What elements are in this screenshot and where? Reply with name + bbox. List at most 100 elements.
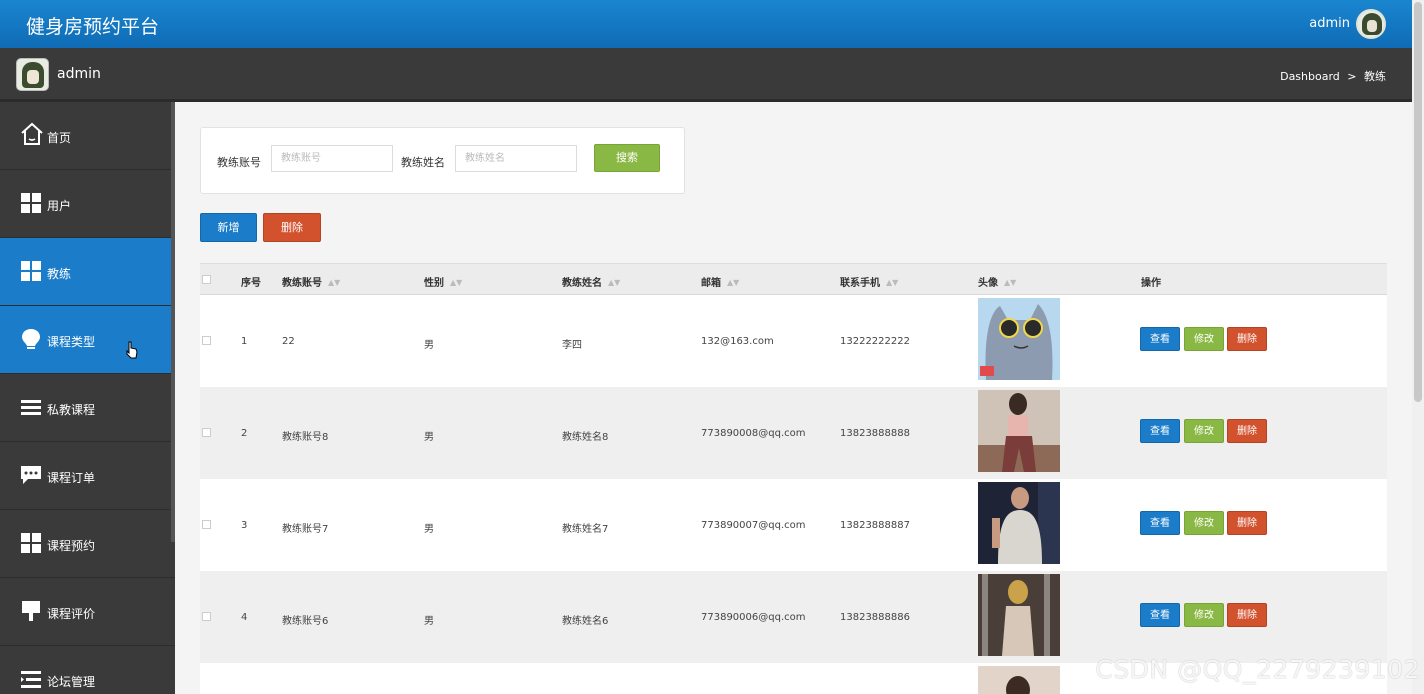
sidebar-item-course-booking[interactable]: 课程预约 <box>0 510 175 578</box>
breadcrumb: Dashboard > 教练 <box>1278 68 1388 84</box>
avatar-image[interactable] <box>978 482 1060 564</box>
row-checkbox[interactable] <box>202 612 211 621</box>
breadcrumb-current: 教练 <box>1364 70 1386 83</box>
grid-icon <box>21 193 41 213</box>
row-checkbox[interactable] <box>202 428 211 437</box>
cell-phone: 13222222222 <box>840 336 910 347</box>
column-header[interactable]: 头像 ▲▼ <box>978 274 1016 289</box>
grid-icon <box>21 533 41 553</box>
table-row: 2 教练账号8 男 教练姓名8 773890008@qq.com 1382388… <box>200 387 1387 479</box>
sort-icon: ▲▼ <box>450 278 463 287</box>
column-header[interactable]: 性别 ▲▼ <box>424 274 462 289</box>
sidebar-item-label: 课程评价 <box>47 607 96 621</box>
cell-index: 3 <box>241 520 248 531</box>
delete-button[interactable]: 删除 <box>1227 327 1267 351</box>
column-header[interactable]: 邮箱 ▲▼ <box>701 274 739 289</box>
sidebar-item-private-course[interactable]: 私教课程 <box>0 374 175 442</box>
sidebar-item-home[interactable]: 首页 <box>0 102 175 170</box>
cell-gender: 男 <box>424 524 434 535</box>
mouse-cursor-icon <box>126 341 138 359</box>
cell-gender: 男 <box>424 340 434 351</box>
view-button[interactable]: 查看 <box>1140 419 1180 443</box>
search-button[interactable]: 搜索 <box>594 144 660 172</box>
cell-email: 773890008@qq.com <box>701 428 806 439</box>
delete-button[interactable]: 删除 <box>1227 511 1267 535</box>
user-bar: admin Dashboard > 教练 <box>0 48 1412 102</box>
sidebar-item-course-order[interactable]: 课程订单 <box>0 442 175 510</box>
sidebar-item-forum[interactable]: 论坛管理 <box>0 646 175 694</box>
edit-button[interactable]: 修改 <box>1184 603 1224 627</box>
chat-icon <box>21 466 41 484</box>
edit-button[interactable]: 修改 <box>1184 327 1224 351</box>
delete-button[interactable]: 删除 <box>1227 603 1267 627</box>
cell-phone: 13823888888 <box>840 428 910 439</box>
account-search-input[interactable] <box>271 145 393 172</box>
sort-icon: ▲▼ <box>886 278 899 287</box>
menu-icon <box>21 671 41 688</box>
cell-phone: 13823888887 <box>840 520 910 531</box>
top-header: 健身房预约平台 admin <box>0 0 1412 48</box>
sidebar-item-course-review[interactable]: 课程评价 <box>0 578 175 646</box>
cell-name: 教练姓名7 <box>562 524 609 535</box>
sort-icon: ▲▼ <box>608 278 621 287</box>
scrollbar-thumb[interactable] <box>1414 2 1422 402</box>
cell-name: 李四 <box>562 340 582 351</box>
column-header: 序号 <box>241 278 261 289</box>
list-icon <box>21 400 41 415</box>
edit-button[interactable]: 修改 <box>1184 419 1224 443</box>
batch-delete-button[interactable]: 删除 <box>263 213 321 242</box>
search-panel: 教练账号 教练姓名 搜索 <box>200 127 685 194</box>
row-checkbox[interactable] <box>202 336 211 345</box>
row-checkbox[interactable] <box>202 520 211 529</box>
sidebar-item-users[interactable]: 用户 <box>0 170 175 238</box>
table-row: 1 22 男 李四 132@163.com 13222222222 查看 修改 … <box>200 295 1387 387</box>
cell-email: 773890006@qq.com <box>701 612 806 623</box>
bulb-icon <box>22 329 40 349</box>
sidebar-item-course-type[interactable]: 课程类型 <box>0 306 175 374</box>
cell-email: 132@163.com <box>701 336 774 347</box>
table-header: 序号 教练账号 ▲▼ 性别 ▲▼ 教练姓名 ▲▼ 邮箱 ▲▼ 联系手机 ▲▼ 头像 ▲▼ 操… <box>200 263 1387 295</box>
sidebar-item-label: 课程类型 <box>47 335 96 349</box>
select-all-checkbox[interactable] <box>202 275 211 284</box>
avatar-image[interactable] <box>978 666 1060 694</box>
add-button[interactable]: 新增 <box>200 213 257 242</box>
grid-icon <box>21 261 41 281</box>
breadcrumb-dashboard[interactable]: Dashboard <box>1280 70 1340 83</box>
view-button[interactable]: 查看 <box>1140 327 1180 351</box>
cell-index: 2 <box>241 428 248 439</box>
cell-name: 教练姓名8 <box>562 432 609 443</box>
cell-index: 1 <box>241 336 248 347</box>
sign-icon <box>22 601 40 621</box>
avatar-image[interactable] <box>978 298 1060 380</box>
avatar-image[interactable] <box>978 390 1060 472</box>
app-title: 健身房预约平台 <box>26 16 160 38</box>
delete-button[interactable]: 删除 <box>1227 419 1267 443</box>
column-header[interactable]: 教练账号 ▲▼ <box>282 274 340 289</box>
page-scrollbar[interactable] <box>1412 0 1424 694</box>
sidebar-item-label: 用户 <box>47 199 72 213</box>
sort-icon: ▲▼ <box>1004 278 1017 287</box>
name-search-input[interactable] <box>455 145 577 172</box>
sidebar-item-label: 教练 <box>47 267 72 281</box>
table-row: 4 教练账号6 男 教练姓名6 773890006@qq.com 1382388… <box>200 571 1387 663</box>
edit-button[interactable]: 修改 <box>1184 511 1224 535</box>
cell-index: 4 <box>241 612 248 623</box>
sidebar-item-label: 课程预约 <box>47 539 96 553</box>
watermark: CSDN @QQ_2279239102 <box>1095 655 1420 684</box>
avatar-image[interactable] <box>978 574 1060 656</box>
sidebar-item-coach[interactable]: 教练 <box>0 238 175 306</box>
view-button[interactable]: 查看 <box>1140 511 1180 535</box>
breadcrumb-separator: > <box>1347 70 1357 83</box>
main-content: 教练账号 教练姓名 搜索 新增 删除 序号 教练账号▲▼ 性别▲▼ 教练姓名▲▼… <box>175 102 1412 694</box>
column-header[interactable]: 教练姓名 ▲▼ <box>562 274 620 289</box>
sidebar-item-label: 首页 <box>47 131 72 145</box>
cell-email: 773890007@qq.com <box>701 520 806 531</box>
header-avatar[interactable] <box>1356 9 1386 39</box>
account-label: 教练账号 <box>217 156 261 169</box>
column-header[interactable]: 联系手机 ▲▼ <box>840 274 898 289</box>
header-username[interactable]: admin <box>1309 16 1350 31</box>
view-button[interactable]: 查看 <box>1140 603 1180 627</box>
cell-gender: 男 <box>424 616 434 627</box>
column-header: 操作 <box>1141 278 1161 289</box>
cell-name: 教练姓名6 <box>562 616 609 627</box>
